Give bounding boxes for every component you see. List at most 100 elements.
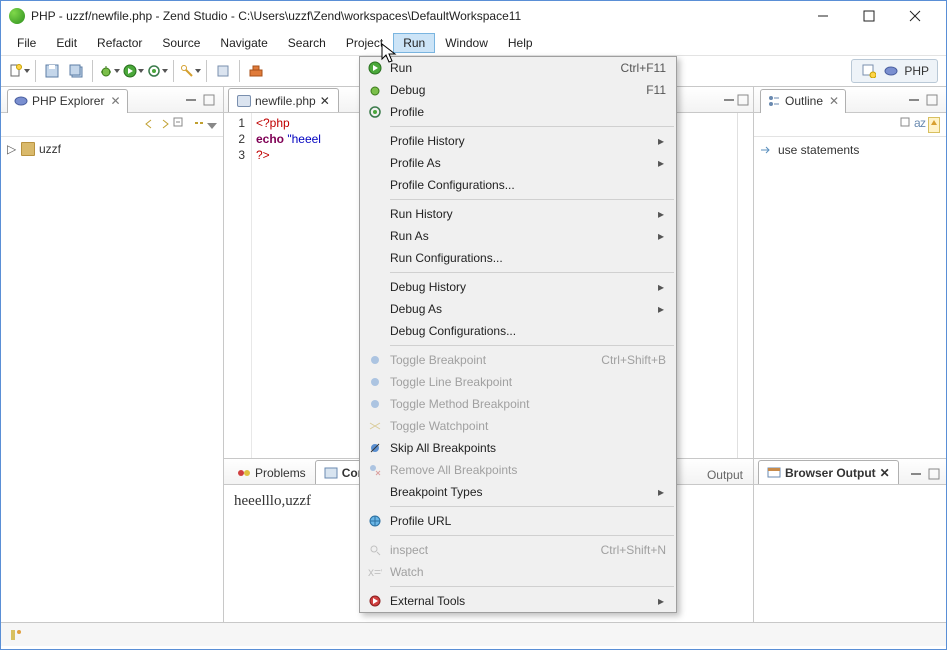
menu-run[interactable]: Run <box>393 33 435 53</box>
menu-refactor[interactable]: Refactor <box>87 33 152 53</box>
menu-file[interactable]: File <box>7 33 46 53</box>
close-outline-icon[interactable]: ✕ <box>829 94 839 108</box>
run-menu-dropdown: RunCtrl+F11 DebugF11 Profile Profile His… <box>359 56 677 613</box>
minimize-button[interactable] <box>800 2 846 30</box>
menu-item-profile-url[interactable]: Profile URL <box>360 510 676 532</box>
maximize-browser-icon[interactable] <box>926 466 942 482</box>
status-icon <box>9 628 23 642</box>
menu-item-toggle-line-bp[interactable]: Toggle Line Breakpoint <box>360 371 676 393</box>
menu-item-toggle-bp[interactable]: Toggle BreakpointCtrl+Shift+B <box>360 349 676 371</box>
editor-tab[interactable]: newfile.php ✕ <box>228 88 339 112</box>
menu-item-remove-all-bp[interactable]: Remove All Breakpoints <box>360 459 676 481</box>
profile-button[interactable] <box>146 60 168 82</box>
menu-item-bp-types[interactable]: Breakpoint Types▸ <box>360 481 676 503</box>
menu-item-run-conf[interactable]: Run Configurations... <box>360 247 676 269</box>
expand-arrow-icon[interactable]: ▷ <box>7 142 17 156</box>
browser-output-tab[interactable]: Browser Output ✕ <box>758 460 899 484</box>
view-menu-icon[interactable] <box>207 118 217 132</box>
filter-outline-icon[interactable] <box>928 117 940 133</box>
menu-help[interactable]: Help <box>498 33 543 53</box>
new-php-button[interactable] <box>212 60 234 82</box>
maximize-pane-icon[interactable] <box>201 92 217 108</box>
browser-output-body[interactable] <box>754 485 946 622</box>
menu-item-debug-history[interactable]: Debug History▸ <box>360 276 676 298</box>
overview-ruler[interactable] <box>737 113 753 458</box>
php-explorer-pane: PHP Explorer ✕ ▷ uzzf <box>1 87 224 622</box>
run-icon <box>364 61 386 75</box>
code-line: <?php <box>256 116 290 130</box>
menu-item-profile[interactable]: Profile <box>360 101 676 123</box>
search-button[interactable] <box>179 60 201 82</box>
minimize-pane-icon[interactable] <box>183 92 199 108</box>
close-tab-icon[interactable]: ✕ <box>320 94 330 108</box>
menu-item-watch[interactable]: x=yWatch <box>360 561 676 583</box>
menu-item-debug[interactable]: DebugF11 <box>360 79 676 101</box>
maximize-editor-icon[interactable] <box>737 94 749 109</box>
menu-item-toggle-watch[interactable]: Toggle Watchpoint <box>360 415 676 437</box>
menu-item-profile-history[interactable]: Profile History▸ <box>360 130 676 152</box>
forward-icon[interactable] <box>159 118 171 132</box>
run-button[interactable] <box>122 60 144 82</box>
menu-item-run-history[interactable]: Run History▸ <box>360 203 676 225</box>
editor-tab-label: newfile.php <box>255 94 316 108</box>
menu-item-skip-all-bp[interactable]: Skip All Breakpoints <box>360 437 676 459</box>
menu-item-run[interactable]: RunCtrl+F11 <box>360 57 676 79</box>
menu-navigate[interactable]: Navigate <box>210 33 277 53</box>
line-gutter: 1 2 3 <box>224 113 252 458</box>
menu-item-inspect[interactable]: inspectCtrl+Shift+N <box>360 539 676 561</box>
title-bar: PHP - uzzf/newfile.php - Zend Studio - C… <box>1 1 946 31</box>
link-editor-icon[interactable] <box>193 117 205 132</box>
save-all-button[interactable] <box>65 60 87 82</box>
outline-item[interactable]: use statements <box>760 141 940 159</box>
close-browser-icon[interactable]: ✕ <box>880 466 890 480</box>
open-perspective-icon[interactable] <box>860 62 878 80</box>
external-tools-icon <box>364 594 386 608</box>
menu-item-profile-conf[interactable]: Profile Configurations... <box>360 174 676 196</box>
menu-edit[interactable]: Edit <box>46 33 87 53</box>
outline-title: Outline <box>785 94 823 108</box>
outline-tab[interactable]: Outline ✕ <box>760 89 846 113</box>
menu-item-run-as[interactable]: Run As▸ <box>360 225 676 247</box>
php-file-icon <box>237 95 251 107</box>
save-button[interactable] <box>41 60 63 82</box>
sort-icon[interactable]: az <box>914 117 926 132</box>
menu-window[interactable]: Window <box>435 33 498 53</box>
menu-search[interactable]: Search <box>278 33 336 53</box>
new-button[interactable] <box>8 60 30 82</box>
close-icon[interactable]: ✕ <box>110 94 120 108</box>
problems-tab[interactable]: Problems <box>228 460 315 484</box>
menu-item-toggle-method-bp[interactable]: Toggle Method Breakpoint <box>360 393 676 415</box>
ext-tools-button[interactable] <box>245 60 267 82</box>
perspective-switcher[interactable]: PHP <box>851 59 938 83</box>
outline-body[interactable]: use statements <box>754 137 946 458</box>
project-tree[interactable]: ▷ uzzf <box>1 137 223 161</box>
menu-item-external-tools[interactable]: External Tools▸ <box>360 590 676 612</box>
maximize-outline-icon[interactable] <box>924 92 940 108</box>
menu-item-profile-as[interactable]: Profile As▸ <box>360 152 676 174</box>
php-explorer-title: PHP Explorer <box>32 94 104 108</box>
output-tab-label[interactable]: Output <box>707 468 743 482</box>
back-icon[interactable] <box>145 118 157 132</box>
browser-output-icon <box>767 466 781 480</box>
code-line: ?> <box>256 148 270 162</box>
minimize-editor-icon[interactable] <box>723 94 735 109</box>
debug-button[interactable] <box>98 60 120 82</box>
collapse-outline-icon[interactable] <box>900 117 912 132</box>
svg-text:z: z <box>920 117 926 129</box>
php-explorer-icon <box>14 94 28 108</box>
breakpoint-icon <box>364 354 386 366</box>
menu-item-debug-as[interactable]: Debug As▸ <box>360 298 676 320</box>
minimize-browser-icon[interactable] <box>908 466 924 482</box>
console-icon <box>324 466 338 480</box>
menu-source[interactable]: Source <box>152 33 210 53</box>
close-button[interactable] <box>892 2 938 30</box>
menu-project[interactable]: Project <box>336 33 393 53</box>
maximize-button[interactable] <box>846 2 892 30</box>
collapse-all-icon[interactable] <box>173 117 185 132</box>
menu-item-debug-conf[interactable]: Debug Configurations... <box>360 320 676 342</box>
window-title: PHP - uzzf/newfile.php - Zend Studio - C… <box>31 9 800 23</box>
menu-bar: File Edit Refactor Source Navigate Searc… <box>1 31 946 55</box>
php-explorer-tab[interactable]: PHP Explorer ✕ <box>7 89 128 113</box>
minimize-outline-icon[interactable] <box>906 92 922 108</box>
tree-project-row[interactable]: ▷ uzzf <box>7 141 217 157</box>
